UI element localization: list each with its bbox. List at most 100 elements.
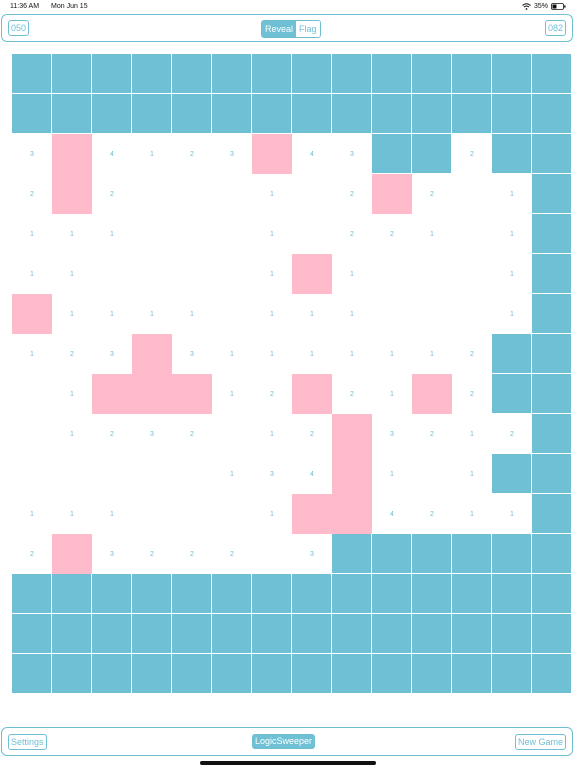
hidden-cell[interactable]	[532, 374, 572, 414]
hidden-cell[interactable]	[412, 574, 452, 614]
number-cell[interactable]: 1	[172, 294, 212, 334]
hidden-cell[interactable]	[372, 134, 412, 174]
hidden-cell[interactable]	[492, 534, 532, 574]
reveal-mode-button[interactable]: Reveal	[262, 21, 297, 37]
revealed-cell[interactable]	[52, 454, 92, 494]
hidden-cell[interactable]	[292, 614, 332, 654]
revealed-cell[interactable]	[92, 454, 132, 494]
revealed-cell[interactable]	[132, 494, 172, 534]
number-cell[interactable]: 2	[412, 174, 452, 214]
number-cell[interactable]: 2	[452, 134, 492, 174]
hidden-cell[interactable]	[332, 54, 372, 94]
number-cell[interactable]: 1	[412, 334, 452, 374]
hidden-cell[interactable]	[252, 54, 292, 94]
hidden-cell[interactable]	[532, 254, 572, 294]
number-cell[interactable]: 1	[252, 254, 292, 294]
hidden-cell[interactable]	[332, 654, 372, 694]
number-cell[interactable]: 3	[212, 134, 252, 174]
hidden-cell[interactable]	[52, 54, 92, 94]
hidden-cell[interactable]	[12, 94, 52, 134]
number-cell[interactable]: 1	[332, 334, 372, 374]
hidden-cell[interactable]	[212, 94, 252, 134]
number-cell[interactable]: 2	[172, 534, 212, 574]
number-cell[interactable]: 1	[372, 334, 412, 374]
hidden-cell[interactable]	[412, 134, 452, 174]
number-cell[interactable]: 2	[12, 534, 52, 574]
hidden-cell[interactable]	[52, 614, 92, 654]
hidden-cell[interactable]	[92, 54, 132, 94]
hidden-cell[interactable]	[172, 54, 212, 94]
hidden-cell[interactable]	[532, 174, 572, 214]
hidden-cell[interactable]	[532, 574, 572, 614]
number-cell[interactable]: 3	[372, 414, 412, 454]
number-cell[interactable]: 1	[252, 494, 292, 534]
hidden-cell[interactable]	[12, 614, 52, 654]
hidden-cell[interactable]	[452, 614, 492, 654]
hidden-cell[interactable]	[492, 374, 532, 414]
hidden-cell[interactable]	[412, 614, 452, 654]
revealed-cell[interactable]	[252, 534, 292, 574]
flagged-cell[interactable]	[292, 494, 332, 534]
hidden-cell[interactable]	[532, 334, 572, 374]
hidden-cell[interactable]	[492, 334, 532, 374]
revealed-cell[interactable]	[212, 494, 252, 534]
hidden-cell[interactable]	[532, 654, 572, 694]
number-cell[interactable]: 2	[172, 134, 212, 174]
hidden-cell[interactable]	[212, 54, 252, 94]
revealed-cell[interactable]	[132, 174, 172, 214]
hidden-cell[interactable]	[372, 54, 412, 94]
hidden-cell[interactable]	[372, 534, 412, 574]
flagged-cell[interactable]	[292, 374, 332, 414]
hidden-cell[interactable]	[492, 54, 532, 94]
revealed-cell[interactable]	[452, 174, 492, 214]
number-cell[interactable]: 1	[92, 494, 132, 534]
hidden-cell[interactable]	[92, 614, 132, 654]
hidden-cell[interactable]	[412, 54, 452, 94]
hidden-cell[interactable]	[332, 534, 372, 574]
number-cell[interactable]: 1	[12, 334, 52, 374]
hidden-cell[interactable]	[172, 574, 212, 614]
number-cell[interactable]: 1	[52, 374, 92, 414]
number-cell[interactable]: 1	[372, 454, 412, 494]
revealed-cell[interactable]	[172, 254, 212, 294]
hidden-cell[interactable]	[532, 534, 572, 574]
hidden-cell[interactable]	[492, 94, 532, 134]
number-cell[interactable]: 2	[452, 374, 492, 414]
hidden-cell[interactable]	[332, 614, 372, 654]
hidden-cell[interactable]	[452, 94, 492, 134]
flagged-cell[interactable]	[92, 374, 132, 414]
hidden-cell[interactable]	[172, 654, 212, 694]
number-cell[interactable]: 2	[92, 174, 132, 214]
number-cell[interactable]: 1	[252, 214, 292, 254]
number-cell[interactable]: 1	[252, 174, 292, 214]
number-cell[interactable]: 2	[52, 334, 92, 374]
number-cell[interactable]: 1	[252, 414, 292, 454]
hidden-cell[interactable]	[452, 534, 492, 574]
number-cell[interactable]: 1	[52, 214, 92, 254]
number-cell[interactable]: 2	[132, 534, 172, 574]
number-cell[interactable]: 1	[252, 294, 292, 334]
revealed-cell[interactable]	[12, 454, 52, 494]
flagged-cell[interactable]	[292, 254, 332, 294]
revealed-cell[interactable]	[412, 294, 452, 334]
number-cell[interactable]: 3	[252, 454, 292, 494]
hidden-cell[interactable]	[412, 94, 452, 134]
number-cell[interactable]: 1	[92, 294, 132, 334]
number-cell[interactable]: 1	[452, 414, 492, 454]
number-cell[interactable]: 1	[332, 294, 372, 334]
number-cell[interactable]: 1	[52, 254, 92, 294]
revealed-cell[interactable]	[12, 414, 52, 454]
hidden-cell[interactable]	[452, 654, 492, 694]
number-cell[interactable]: 1	[492, 254, 532, 294]
number-cell[interactable]: 1	[12, 214, 52, 254]
number-cell[interactable]: 2	[172, 414, 212, 454]
revealed-cell[interactable]	[132, 214, 172, 254]
revealed-cell[interactable]	[212, 414, 252, 454]
hidden-cell[interactable]	[532, 614, 572, 654]
hidden-cell[interactable]	[532, 494, 572, 534]
revealed-cell[interactable]	[292, 174, 332, 214]
flagged-cell[interactable]	[252, 134, 292, 174]
flagged-cell[interactable]	[332, 454, 372, 494]
flagged-cell[interactable]	[52, 534, 92, 574]
hidden-cell[interactable]	[52, 574, 92, 614]
